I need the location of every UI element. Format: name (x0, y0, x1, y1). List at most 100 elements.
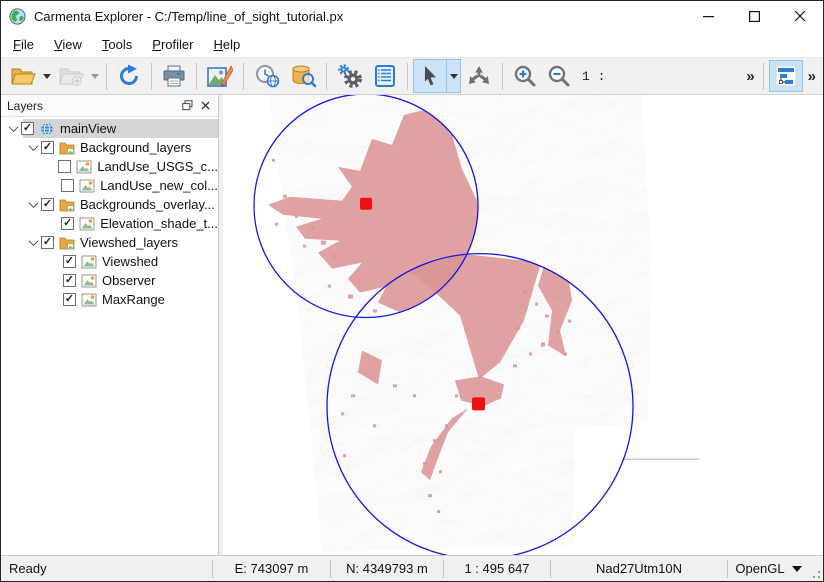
database-search-button[interactable] (285, 60, 321, 92)
layers-panel-header[interactable]: Layers (1, 95, 218, 117)
toolbar-overflow-button[interactable]: » (741, 68, 757, 85)
open-dropdown[interactable] (41, 60, 53, 92)
layer-image-icon (79, 217, 95, 231)
layer-checkbox[interactable]: ✓ (63, 293, 76, 306)
resize-grip[interactable] (809, 556, 823, 581)
toolbar-separator (196, 63, 197, 90)
layer-label[interactable]: Observer (102, 273, 155, 288)
print-icon (162, 64, 186, 88)
tree-row-viewshed-layers[interactable]: ✓ Viewshed_layers (1, 233, 218, 252)
layer-label[interactable]: Background_layers (80, 140, 191, 155)
select-tool-dropdown[interactable] (446, 60, 460, 92)
report-button[interactable] (368, 60, 402, 92)
tree-row-backgrounds-overlay[interactable]: ✓ Backgrounds_overlay... (1, 195, 218, 214)
layer-label[interactable]: mainView (60, 121, 116, 136)
layer-image-icon (81, 293, 97, 307)
layer-checkbox[interactable] (61, 179, 74, 192)
tree-row-background-layers[interactable]: ✓ Background_layers (1, 138, 218, 157)
layer-label[interactable]: LandUse_USGS_c... (97, 159, 218, 174)
layer-checkbox[interactable]: ✓ (21, 122, 34, 135)
layer-tree: ✓ mainView ✓ (1, 117, 218, 555)
tree-row-viewshed[interactable]: ✓ Viewshed (1, 252, 218, 271)
close-panel-button[interactable] (196, 97, 214, 115)
folder-icon (59, 236, 75, 250)
zoom-out-icon (547, 64, 571, 88)
tree-row-landuse-usgs[interactable]: LandUse_USGS_c... (1, 157, 218, 176)
minimize-button[interactable] (685, 1, 731, 31)
menu-file[interactable]: File (3, 33, 44, 56)
pan-tool-button[interactable] (461, 60, 497, 92)
caret-down-icon (43, 74, 51, 79)
layer-label[interactable]: Elevation_shade_t... (100, 216, 218, 231)
layer-checkbox[interactable]: ✓ (41, 236, 54, 249)
layer-checkbox[interactable]: ✓ (41, 141, 54, 154)
status-message: Ready (1, 560, 212, 578)
observer-marker-bottom (472, 397, 485, 410)
tree-row-mainview[interactable]: ✓ mainView (1, 119, 218, 138)
close-button[interactable] (777, 1, 823, 31)
edit-map-button[interactable] (202, 60, 238, 92)
tree-row-observer[interactable]: ✓ Observer (1, 271, 218, 290)
status-bar: Ready E: 743097 m N: 4349793 m 1 : 495 6… (1, 555, 823, 581)
expand-arrow[interactable] (27, 237, 39, 249)
renderer-dropdown[interactable]: OpenGL (727, 560, 809, 578)
scale-prefix-label: 1 : (582, 69, 605, 84)
expand-arrow[interactable] (27, 142, 39, 154)
menu-view[interactable]: View (44, 33, 92, 56)
layer-label[interactable]: MaxRange (102, 292, 165, 307)
add-map-dropdown[interactable] (89, 60, 101, 92)
select-tool-button[interactable] (413, 59, 461, 93)
zoom-in-button[interactable] (508, 60, 542, 92)
toolbar-separator (151, 63, 152, 90)
menu-profiler[interactable]: Profiler (142, 33, 203, 56)
status-scale: 1 : 495 647 (443, 560, 550, 578)
print-button[interactable] (157, 60, 191, 92)
caret-down-icon (792, 566, 802, 572)
layer-checkbox[interactable] (58, 160, 71, 173)
menu-bar: File View Tools Profiler Help (1, 31, 823, 57)
layer-label[interactable]: Backgrounds_overlay... (80, 197, 215, 212)
toolbar-separator (502, 63, 503, 90)
menu-tools[interactable]: Tools (92, 33, 142, 56)
caret-down-icon (91, 74, 99, 79)
layer-label[interactable]: Viewshed_layers (80, 235, 178, 250)
tree-row-elevation-shade[interactable]: ✓ Elevation_shade_t... (1, 214, 218, 233)
map-viewport[interactable] (223, 95, 823, 555)
window-title: Carmenta Explorer - C:/Temp/line_of_sigh… (34, 9, 343, 24)
menu-help[interactable]: Help (203, 33, 250, 56)
layer-label[interactable]: LandUse_new_col... (100, 178, 218, 193)
layer-label[interactable]: Viewshed (102, 254, 158, 269)
panels-overflow-button[interactable]: » (803, 68, 819, 85)
layer-checkbox[interactable]: ✓ (63, 255, 76, 268)
edit-map-icon (207, 64, 233, 88)
status-easting: E: 743097 m (212, 560, 330, 578)
close-icon (201, 101, 210, 110)
layer-checkbox[interactable]: ✓ (61, 217, 74, 230)
app-window: Carmenta Explorer - C:/Temp/line_of_sigh… (0, 0, 824, 582)
toolbar-separator (106, 63, 107, 90)
expand-arrow[interactable] (27, 199, 39, 211)
layer-checkbox[interactable]: ✓ (41, 198, 54, 211)
settings-button[interactable] (332, 60, 368, 92)
maximize-icon (749, 11, 760, 22)
layer-checkbox[interactable]: ✓ (63, 274, 76, 287)
pan-arrows-icon (466, 64, 492, 88)
expand-arrow[interactable] (7, 123, 19, 135)
open-folder-icon (10, 65, 36, 87)
zoom-out-button[interactable] (542, 60, 576, 92)
tree-row-maxrange[interactable]: ✓ MaxRange (1, 290, 218, 309)
open-button[interactable] (5, 60, 41, 92)
app-globe-icon (9, 8, 26, 25)
maximize-button[interactable] (731, 1, 777, 31)
observer-marker-top (360, 198, 372, 210)
float-panel-button[interactable] (178, 97, 196, 115)
folder-icon (59, 198, 75, 212)
layers-panel-toggle-button[interactable] (769, 60, 803, 92)
time-globe-button[interactable] (249, 60, 285, 92)
status-northing: N: 4349793 m (330, 560, 443, 578)
renderer-label: OpenGL (735, 561, 784, 576)
tree-row-landuse-new[interactable]: LandUse_new_col... (1, 176, 218, 195)
add-map-button[interactable] (53, 60, 89, 92)
refresh-button[interactable] (112, 60, 146, 92)
toolbar-separator (243, 63, 244, 90)
